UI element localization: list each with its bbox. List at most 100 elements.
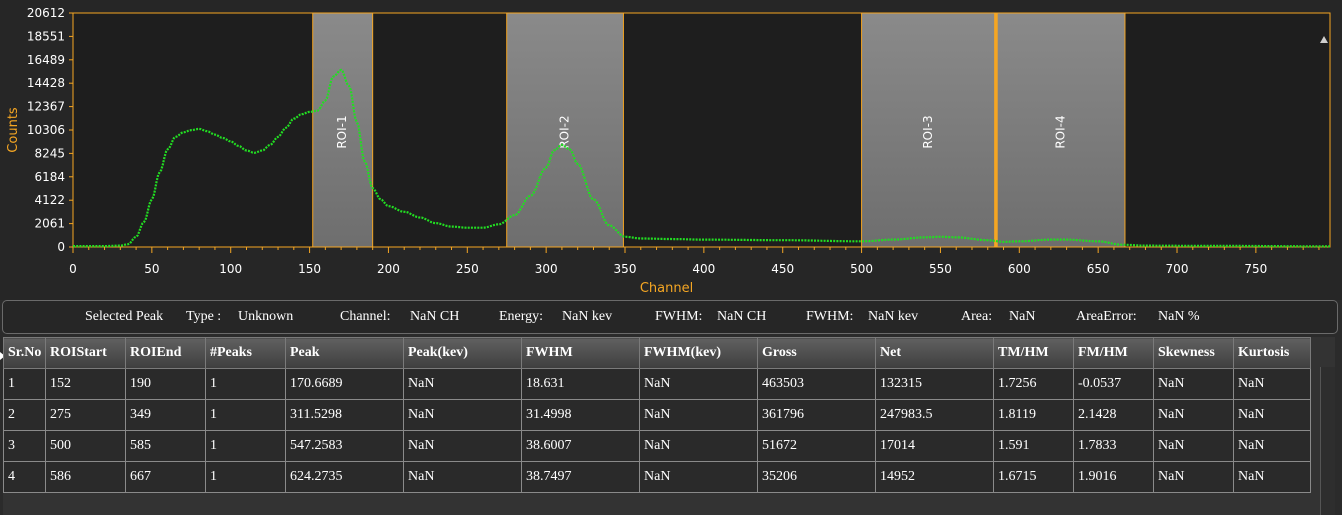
x-tick-label: 250: [456, 262, 479, 276]
roi-table-container[interactable]: Sr.No ROIStart ROIEnd #Peaks Peak Peak(k…: [3, 337, 1335, 515]
table-cell[interactable]: 190: [125, 368, 206, 400]
table-row[interactable]: 2 275 349 1 311.5298 NaN 31.4998 NaN 361796 24798…: [3, 399, 1311, 431]
y-axis-title: Counts: [6, 107, 21, 153]
table-cell[interactable]: NaN: [639, 399, 758, 431]
x-tick-label: 550: [929, 262, 952, 276]
table-cell[interactable]: NaN: [639, 461, 758, 493]
table-cell[interactable]: 31.4998: [521, 399, 640, 431]
table-cell[interactable]: 1.7256: [993, 368, 1074, 400]
column-header-tm-hm[interactable]: TM/HM: [993, 337, 1074, 369]
roi-label: ROI-3: [921, 115, 935, 148]
table-cell[interactable]: 1.6715: [993, 461, 1074, 493]
table-row[interactable]: 4 586 667 1 624.2735 NaN 38.7497 NaN 35206 14952 1…: [3, 461, 1311, 493]
table-cell[interactable]: NaN: [1233, 461, 1311, 493]
table-cell[interactable]: 1.9016: [1073, 461, 1154, 493]
x-axis-title: Channel: [640, 281, 693, 296]
column-header-kurtosis[interactable]: Kurtosis: [1233, 337, 1311, 369]
table-cell[interactable]: NaN: [639, 368, 758, 400]
spectrum-chart-panel[interactable]: ROI-1 ROI-2 ROI-3 ROI-4 0 2061 4122 6184 8245 103…: [0, 0, 1342, 300]
x-tick-label: 150: [298, 262, 321, 276]
x-tick-label: 100: [219, 262, 242, 276]
table-cell[interactable]: 1: [205, 368, 286, 400]
column-header-fm-hm[interactable]: FM/HM: [1073, 337, 1154, 369]
x-tick-label: 600: [1008, 262, 1031, 276]
table-cell[interactable]: 667: [125, 461, 206, 493]
table-cell[interactable]: 4: [3, 461, 46, 493]
table-cell[interactable]: -0.0537: [1073, 368, 1154, 400]
table-cell[interactable]: NaN: [639, 430, 758, 462]
table-cell[interactable]: 18.631: [521, 368, 640, 400]
x-tick-label: 200: [377, 262, 400, 276]
table-cell[interactable]: 1: [205, 399, 286, 431]
table-cell[interactable]: 361796: [757, 399, 876, 431]
table-cell[interactable]: 38.6007: [521, 430, 640, 462]
table-cell[interactable]: NaN: [1153, 399, 1234, 431]
table-cell[interactable]: 1.591: [993, 430, 1074, 462]
table-cell[interactable]: 463503: [757, 368, 876, 400]
table-cell[interactable]: 152: [45, 368, 126, 400]
table-cell[interactable]: NaN: [1153, 461, 1234, 493]
table-cell[interactable]: 170.6689: [285, 368, 404, 400]
x-tick-label: 500: [850, 262, 873, 276]
roi-label: ROI-4: [1054, 115, 1068, 148]
scroll-up-arrow-icon[interactable]: [1320, 36, 1328, 43]
table-cell[interactable]: 3: [3, 430, 46, 462]
column-header-fwhm-kev[interactable]: FWHM(kev): [639, 337, 758, 369]
table-cell[interactable]: 1: [205, 430, 286, 462]
table-cell[interactable]: 585: [125, 430, 206, 462]
spectrum-chart[interactable]: ROI-1 ROI-2 ROI-3 ROI-4 0 2061 4122 6184 8245 103…: [0, 0, 1342, 300]
column-header-peaks-count[interactable]: #Peaks: [205, 337, 286, 369]
table-cell[interactable]: 51672: [757, 430, 876, 462]
type-value: Unknown: [238, 309, 294, 324]
x-tick-label: 650: [1087, 262, 1110, 276]
table-cell[interactable]: 35206: [757, 461, 876, 493]
table-cell[interactable]: 586: [45, 461, 126, 493]
fwhm-kev-value: NaN kev: [868, 309, 919, 324]
table-cell[interactable]: NaN: [403, 461, 522, 493]
column-header-peak-kev[interactable]: Peak(kev): [403, 337, 522, 369]
table-cell[interactable]: 1.7833: [1073, 430, 1154, 462]
y-tick-label: 10306: [27, 123, 65, 137]
table-cell[interactable]: 17014: [875, 430, 994, 462]
table-cell[interactable]: 38.7497: [521, 461, 640, 493]
table-cell[interactable]: NaN: [403, 368, 522, 400]
table-row[interactable]: 3 500 585 1 547.2583 NaN 38.6007 NaN 51672 17014 1…: [3, 430, 1311, 462]
table-cell[interactable]: 132315: [875, 368, 994, 400]
roi-table-body: 1 152 190 1 170.6689 NaN 18.631 NaN 463503 132315…: [3, 368, 1311, 493]
table-cell[interactable]: 2.1428: [1073, 399, 1154, 431]
table-row[interactable]: 1 152 190 1 170.6689 NaN 18.631 NaN 463503 132315…: [3, 368, 1311, 400]
table-header-row: Sr.No ROIStart ROIEnd #Peaks Peak Peak(k…: [3, 337, 1311, 369]
column-header-sr-no[interactable]: Sr.No: [3, 337, 46, 369]
table-cell[interactable]: 311.5298: [285, 399, 404, 431]
table-cell[interactable]: 247983.5: [875, 399, 994, 431]
table-cell[interactable]: NaN: [1153, 368, 1234, 400]
channel-label: Channel:: [340, 309, 391, 324]
roi-label: ROI-2: [558, 115, 572, 148]
column-header-fwhm[interactable]: FWHM: [521, 337, 640, 369]
table-cell[interactable]: 14952: [875, 461, 994, 493]
fwhm-ch-label: FWHM:: [655, 309, 703, 324]
column-header-net[interactable]: Net: [875, 337, 994, 369]
column-header-gross[interactable]: Gross: [757, 337, 876, 369]
table-vertical-scrollbar[interactable]: [1320, 367, 1335, 515]
table-cell[interactable]: NaN: [1233, 368, 1311, 400]
energy-value: NaN kev: [562, 309, 613, 324]
table-cell[interactable]: 1: [3, 368, 46, 400]
table-cell[interactable]: 275: [45, 399, 126, 431]
table-cell[interactable]: 2: [3, 399, 46, 431]
column-header-peak[interactable]: Peak: [285, 337, 404, 369]
column-header-skewness[interactable]: Skewness: [1153, 337, 1234, 369]
table-cell[interactable]: 624.2735: [285, 461, 404, 493]
table-cell[interactable]: 349: [125, 399, 206, 431]
table-cell[interactable]: 1.8119: [993, 399, 1074, 431]
table-cell[interactable]: NaN: [1233, 399, 1311, 431]
table-cell[interactable]: NaN: [403, 430, 522, 462]
column-header-roi-end[interactable]: ROIEnd: [125, 337, 206, 369]
table-cell[interactable]: 1: [205, 461, 286, 493]
table-cell[interactable]: 547.2583: [285, 430, 404, 462]
column-header-roi-start[interactable]: ROIStart: [45, 337, 126, 369]
table-cell[interactable]: 500: [45, 430, 126, 462]
table-cell[interactable]: NaN: [403, 399, 522, 431]
table-cell[interactable]: NaN: [1233, 430, 1311, 462]
table-cell[interactable]: NaN: [1153, 430, 1234, 462]
